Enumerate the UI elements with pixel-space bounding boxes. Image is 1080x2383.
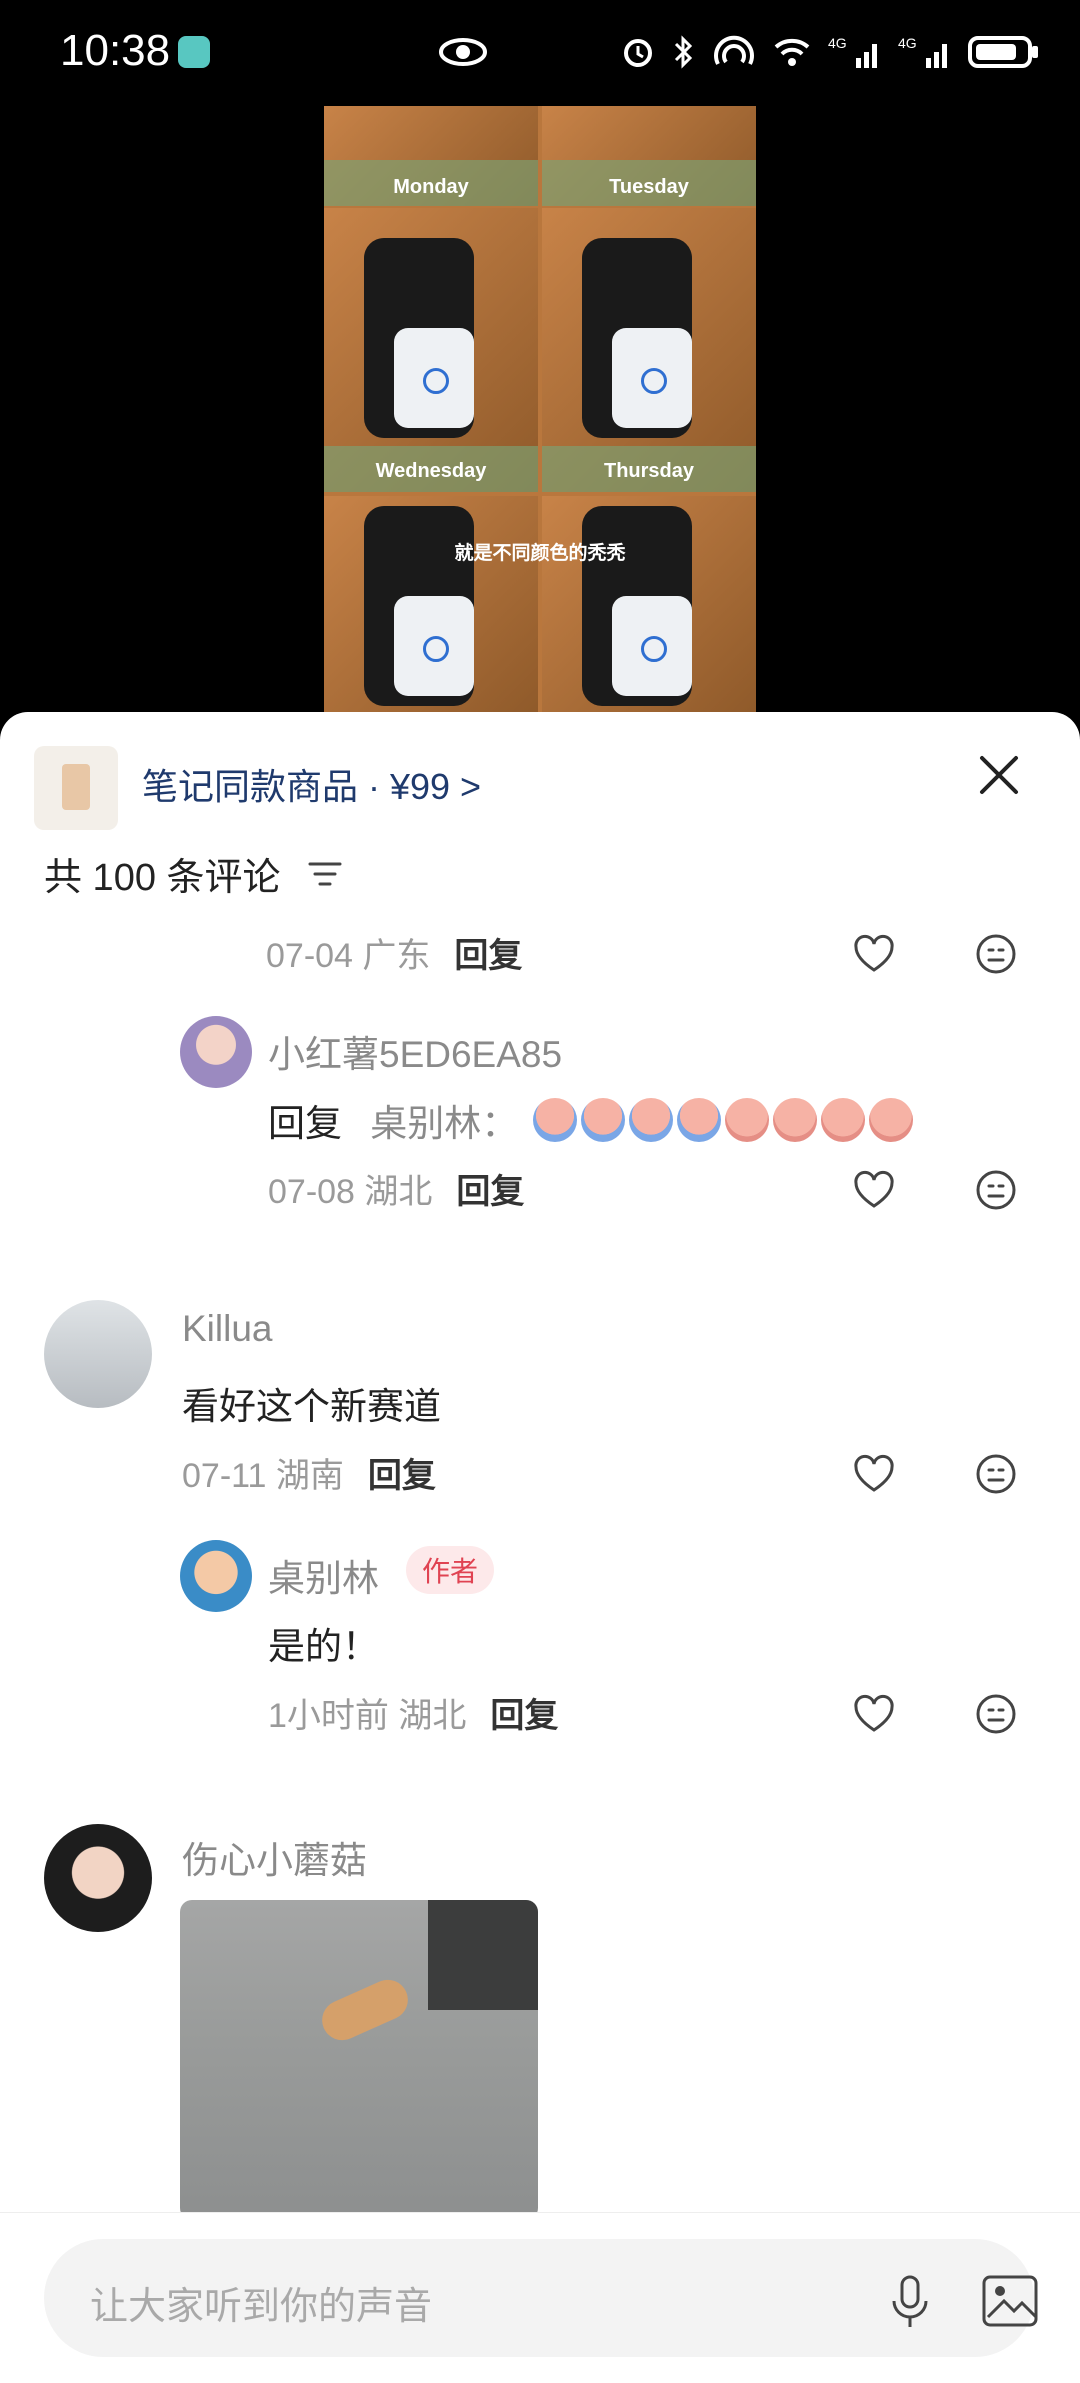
comment-username[interactable]: 伤心小蘑菇 [182,1830,367,1884]
image-icon[interactable] [980,2273,1040,2329]
nfc-icon [714,35,754,65]
eye-icon [439,38,487,66]
comment-image[interactable] [180,1900,538,2220]
comment-username[interactable]: Killua [182,1308,273,1350]
sort-icon[interactable] [308,860,342,888]
author-badge: 作者 [406,1546,495,1594]
battery-icon [968,36,1038,68]
product-link[interactable]: 笔记同款商品 · ¥99 > [142,758,481,810]
emoji-react-icon[interactable] [974,932,1018,976]
app-notification-icon [178,36,210,68]
emoji-sticker-icon [868,1098,913,1142]
emoji-sticker-icon [820,1098,865,1142]
comment-meta: 07-04 广东 回复 [266,937,523,975]
product-thumbnail[interactable] [34,746,118,830]
close-icon[interactable] [976,752,1022,798]
comment-meta: 1小时前 湖北 回复 [268,1697,559,1735]
wifi-icon [774,38,810,66]
emoji-sticker-icon [724,1098,769,1142]
comment-text: 回复 桌别林： [268,1092,913,1147]
emoji-react-icon[interactable] [974,1692,1018,1736]
comments-sheet: 笔记同款商品 · ¥99 > 共 100 条评论 07-04 广东 回复 小红薯5… [0,712,1080,2382]
microphone-icon[interactable] [888,2273,932,2333]
day-label: Tuesday [609,176,689,198]
emoji-sticker-icon [772,1098,817,1142]
comment-meta: 07-11 湖南 回复 [182,1457,436,1495]
day-label: Wednesday [375,460,487,482]
svg-text:4G: 4G [828,35,847,51]
comment-username[interactable]: 小红薯5ED6EA85 [268,1024,562,1078]
day-label: Thursday [603,460,695,482]
alarm-icon [624,39,652,67]
comment-text: 是的！ [268,1626,379,1667]
status-bar: 10:38 4G 4G [0,0,1080,100]
heart-icon[interactable] [852,1452,896,1496]
avatar[interactable] [180,1540,252,1612]
heart-icon[interactable] [852,1692,896,1736]
video-caption: 就是不同颜色的秃秃 [454,543,626,564]
comment-input-placeholder: 让大家听到你的声音 [90,2286,433,2328]
4g-signal-icon: 4G [898,35,947,68]
bluetooth-icon [674,35,693,69]
comment-count: 共 100 条评论 [44,857,281,899]
reply-button[interactable]: 回复 [456,1173,524,1211]
reply-button[interactable]: 回复 [490,1697,558,1735]
svg-text:4G: 4G [898,35,917,51]
day-label: Monday [393,176,469,198]
reply-button[interactable]: 回复 [454,937,522,975]
heart-icon[interactable] [852,932,896,976]
emoji-sticker-icon [628,1098,673,1142]
emoji-sticker-icon [532,1098,577,1142]
emoji-react-icon[interactable] [974,1168,1018,1212]
comment-text: 看好这个新赛道 [182,1386,441,1427]
emoji-sticker-icon [676,1098,721,1142]
avatar[interactable] [180,1016,252,1088]
avatar[interactable] [44,1300,152,1408]
reply-button[interactable]: 回复 [368,1457,436,1495]
status-time: 10:38 [60,26,171,75]
emoji-react-icon[interactable] [974,1452,1018,1496]
video-player[interactable]: Monday Tuesday Wednesday Thursday 就是不同颜色… [324,106,756,714]
comment-composer: 让大家听到你的声音 [0,2212,1080,2383]
avatar[interactable] [44,1824,152,1932]
status-icons: 4G 4G [620,28,1040,76]
reply-to-user[interactable]: 桌别林： [370,1103,518,1144]
heart-icon[interactable] [852,1168,896,1212]
emoji-sticker-icon [580,1098,625,1142]
4g-signal-icon: 4G [828,35,877,68]
comment-meta: 07-08 湖北 回复 [268,1173,525,1211]
comment-input[interactable]: 让大家听到你的声音 [44,2239,1038,2357]
comment-username[interactable]: 桌别林 [268,1548,379,1602]
